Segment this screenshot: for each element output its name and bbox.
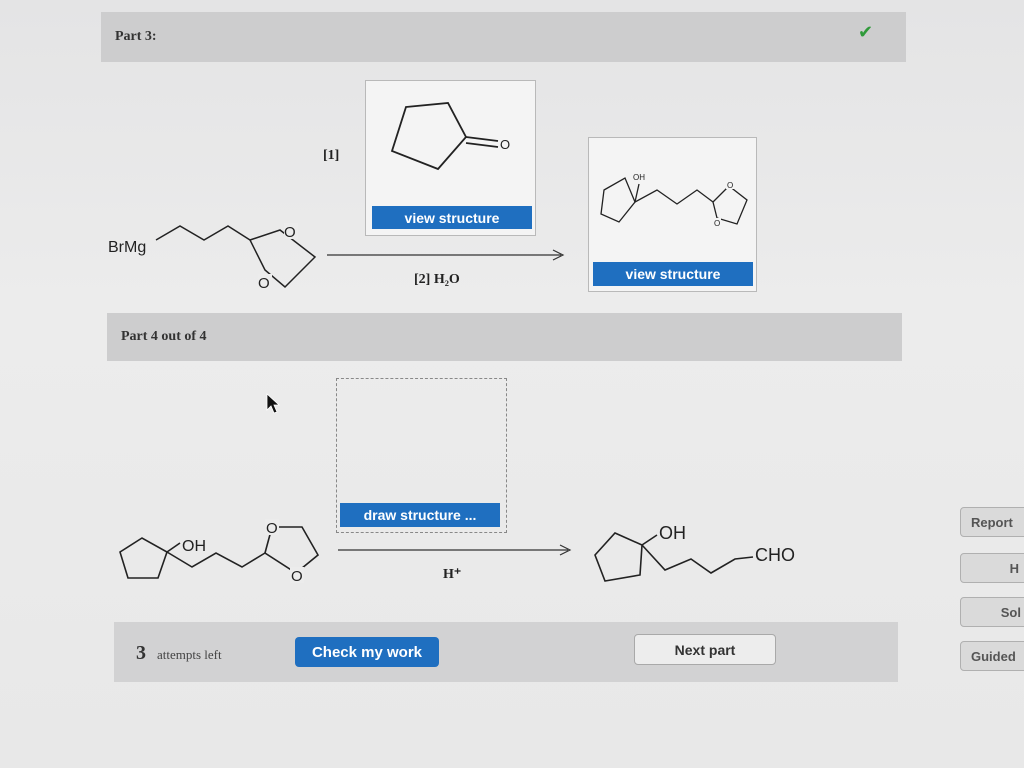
brmg-label: BrMg — [108, 239, 146, 256]
attempts-label: attempts left — [157, 647, 222, 662]
draw-structure-button[interactable]: draw structure ... — [340, 503, 500, 527]
ketone-oxygen: O — [500, 137, 510, 152]
mouse-cursor-icon — [266, 393, 281, 414]
solution-button[interactable]: Sol — [960, 597, 1024, 627]
reaction2-arrow — [338, 544, 572, 556]
checkmark-icon: ✔ — [858, 22, 874, 43]
product-structure: OH O O — [600, 173, 748, 228]
view-structure-button[interactable]: view structure — [372, 206, 532, 229]
reactant2-oxygen-top: O — [266, 520, 278, 537]
view-product-structure-button[interactable]: view structure — [593, 262, 753, 286]
step2-label: [2] H₂O — [414, 272, 460, 287]
product-oxygen-top: O — [727, 181, 733, 190]
part4-header: Part 4 out of 4 — [107, 313, 902, 361]
reactant-oxygen-bottom: O — [258, 275, 270, 292]
reactant-hydroxyl-label: OH — [182, 538, 206, 555]
product-oxygen-bottom: O — [714, 219, 720, 228]
part3-header: Part 3: — [101, 12, 906, 62]
guided-solution-button[interactable]: Guided — [960, 641, 1024, 671]
check-my-work-button[interactable]: Check my work — [295, 637, 439, 667]
reactant2-oxygen-bottom: O — [291, 568, 303, 585]
report-button[interactable]: Report — [960, 507, 1024, 537]
product-aldehyde-label: CHO — [755, 545, 795, 565]
part4-title: Part 4 out of 4 — [121, 329, 207, 344]
next-part-button[interactable]: Next part — [634, 634, 776, 665]
acid-reagent-label: H⁺ — [443, 567, 462, 582]
footer-bar — [114, 622, 898, 682]
reactant-oxygen-top: O — [284, 224, 296, 241]
part3-title: Part 3: — [115, 29, 157, 44]
attempts-count: 3 — [136, 642, 146, 664]
reaction1-arrow — [327, 249, 565, 261]
step1-label: [1] — [323, 148, 340, 163]
help-button[interactable]: H — [960, 553, 1024, 583]
reaction2-reactant-structure: OH O O — [119, 519, 320, 585]
product-oh-label: OH — [659, 523, 686, 543]
reaction1-reactant-structure: BrMg O O — [108, 223, 317, 292]
reaction2-product-structure: OH CHO — [594, 523, 795, 582]
cyclopentanone-structure: O — [390, 102, 510, 171]
product-hydroxyl-label: OH — [633, 173, 645, 182]
